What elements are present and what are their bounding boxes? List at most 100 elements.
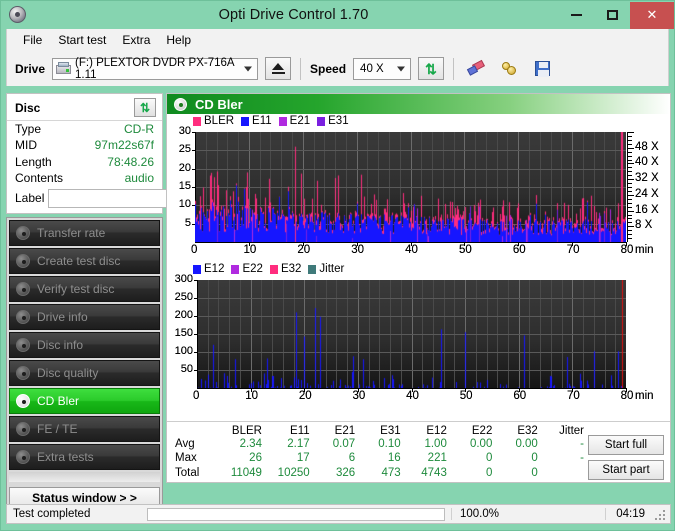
drive-label: Drive	[15, 61, 46, 76]
stats-col-bler: BLER	[231, 425, 262, 437]
stats-table: BLER E11 E21 E31 E12 E22 E32 Jitter Avg …	[173, 425, 588, 480]
main-panel: CD Bler BLER E11 E21 E31 5 10 15 20 25 3…	[166, 93, 671, 483]
plot-canvas	[197, 280, 626, 388]
stats-cell: 0.00	[469, 438, 493, 451]
sidebar-item-drive-info[interactable]: Drive info	[9, 304, 160, 331]
disc-info-panel: Disc ⇅ Type CD-R MID 97m22s67f Length 78…	[6, 93, 252, 215]
menu-item-help[interactable]: Help	[158, 31, 199, 49]
y-tick-label: 10	[178, 198, 191, 211]
stats-cell: 473	[381, 466, 401, 479]
stats-col-e11: E11	[290, 425, 310, 437]
stats-cell: 0.10	[378, 438, 401, 451]
sidebar-item-extra-tests[interactable]: Extra tests	[9, 444, 160, 471]
speed-tickmark	[628, 132, 634, 133]
minimize-button[interactable]	[558, 2, 594, 29]
nav-panel: Transfer rate Create test disc Verify te…	[6, 217, 163, 512]
table-row: Max 26 17 6 16 221 0 0 -	[173, 451, 588, 465]
chart1-plot[interactable]: 5 10 15 20 25 30 0 10 20 30 40 50 60 70 80 min 8 X 16 X 24…	[167, 125, 670, 258]
start-full-button[interactable]: Start full	[588, 435, 664, 455]
stats-cell: 0	[485, 452, 493, 465]
speed-tickmark	[628, 230, 632, 231]
legend-item-e12: E12	[193, 263, 224, 275]
stats-cell: 6	[348, 452, 356, 465]
legend-swatch-bler	[193, 116, 201, 126]
progress-bar	[147, 507, 445, 521]
stats-col-e21: E21	[334, 425, 356, 437]
disc-label-row: Label	[7, 186, 252, 213]
x-tick-label: 30	[352, 390, 366, 402]
sidebar-item-label: CD Bler	[37, 394, 80, 409]
legend-swatch-e22	[231, 264, 240, 274]
speed-tick-label: 24 X	[635, 187, 659, 200]
y-tick-label: 50	[180, 363, 193, 375]
title-bar: Opti Drive Control 1.70 ✕	[1, 1, 674, 29]
x-axis-unit: min	[635, 244, 654, 256]
start-part-button[interactable]: Start part	[588, 460, 664, 480]
eject-icon	[272, 63, 285, 70]
y-tick-label: 250	[174, 291, 193, 303]
stats-col-jitter: Jitter	[559, 425, 584, 437]
speed-tickmark	[628, 179, 634, 180]
y-tick-label: 150	[174, 327, 193, 339]
disc-row-mid-value: 97m22s67f	[94, 138, 154, 153]
x-tick-label: 80	[620, 390, 634, 402]
main-panel-title: CD Bler	[195, 96, 243, 112]
menu-item-start-test[interactable]: Start test	[50, 31, 114, 49]
sidebar-item-create-test-disc[interactable]: Create test disc	[9, 248, 160, 275]
sidebar-item-label: Extra tests	[37, 450, 94, 465]
table-row: Total 11049 10250 326 473 4743 0 0	[173, 466, 588, 480]
speed-tickmark	[628, 187, 632, 188]
close-icon: ✕	[646, 7, 658, 22]
x-tick-label: 50	[458, 244, 472, 256]
speed-tickmark	[628, 171, 632, 172]
resize-grip[interactable]	[655, 508, 667, 520]
stats-row-label-max: Max	[175, 452, 197, 465]
sidebar-item-disc-info[interactable]: Disc info	[9, 332, 160, 359]
disc-icon	[16, 422, 30, 437]
disc-row-contents: Contents audio	[7, 170, 162, 186]
close-button[interactable]: ✕	[630, 1, 674, 29]
drive-select-value: (F:) PLEXTOR DVDR PX-716A 1.11	[75, 56, 234, 81]
legend-label-e21: E21	[289, 115, 311, 127]
legend-label-bler: BLER	[204, 115, 235, 127]
progress-percent: 100.0%	[451, 508, 529, 520]
menu-item-file[interactable]: File	[15, 31, 50, 49]
sidebar-item-cd-bler[interactable]: CD Bler	[9, 388, 160, 415]
sidebar-item-disc-quality[interactable]: Disc quality	[9, 360, 160, 387]
disc-icon	[16, 226, 30, 241]
maximize-button[interactable]	[594, 2, 630, 29]
disc-icon	[16, 254, 30, 269]
speed-tickmark	[628, 144, 632, 145]
legend-item-e32: E32	[269, 263, 301, 275]
stats-cell: 11049	[230, 466, 262, 479]
menu-item-extra[interactable]: Extra	[114, 31, 158, 49]
chart2-plot[interactable]: 50 100 150 200 250 300 0 10 20 30 40 50 60 70 80 min 50 1…	[167, 273, 670, 404]
speed-tickmark	[628, 234, 632, 235]
speed-tickmark	[628, 238, 632, 239]
disc-refresh-button[interactable]: ⇅	[134, 98, 156, 117]
eject-button[interactable]	[265, 57, 292, 80]
speed-tickmark	[628, 207, 632, 208]
x-tick-label: 10	[245, 390, 259, 402]
table-row: Avg 2.34 2.17 0.07 0.10 1.00 0.00 0.00 -	[173, 437, 588, 451]
speed-tick-label: 32 X	[635, 172, 659, 185]
speed-tickmark	[628, 136, 632, 137]
speed-tickmark	[628, 156, 632, 157]
disc-row-length: Length 78:48.26	[7, 154, 162, 170]
sidebar-item-fe-te[interactable]: FE / TE	[9, 416, 160, 443]
erase-button[interactable]	[463, 57, 489, 80]
save-button[interactable]	[529, 57, 555, 80]
drive-icon	[56, 62, 72, 75]
stats-cell	[542, 466, 588, 480]
sidebar-item-transfer-rate[interactable]: Transfer rate	[9, 220, 160, 247]
refresh-button[interactable]: ⇅	[418, 57, 445, 80]
discs-button[interactable]	[496, 57, 522, 80]
drive-select[interactable]: (F:) PLEXTOR DVDR PX-716A 1.11	[52, 56, 259, 81]
speed-tick-label: 16 X	[635, 203, 659, 216]
stats-cell: 2.34	[239, 438, 262, 451]
stats-cell: 16	[387, 452, 401, 465]
disc-icon	[16, 282, 30, 297]
stats-cell: 0	[531, 452, 538, 465]
sidebar-item-verify-test-disc[interactable]: Verify test disc	[9, 276, 160, 303]
speed-select[interactable]: 40 X	[353, 57, 412, 80]
